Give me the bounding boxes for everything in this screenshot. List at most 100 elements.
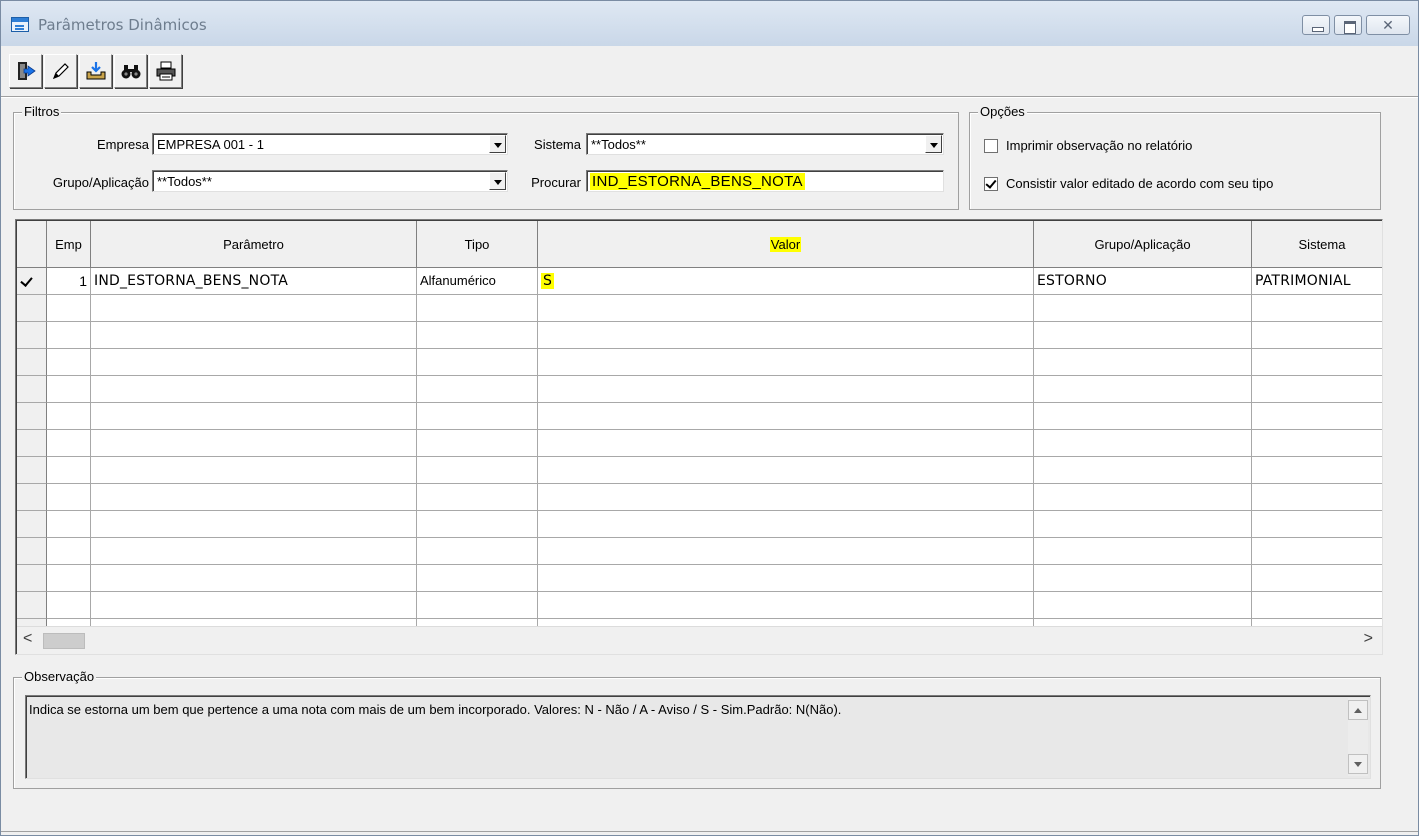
chevron-down-icon[interactable] xyxy=(489,135,506,153)
empty-cell[interactable] xyxy=(47,538,91,565)
chevron-down-icon[interactable] xyxy=(925,135,942,153)
empty-cell[interactable] xyxy=(1252,403,1382,430)
empty-cell[interactable] xyxy=(1034,565,1252,592)
empty-cell[interactable] xyxy=(1252,376,1382,403)
empty-cell[interactable] xyxy=(1252,538,1382,565)
empty-cell[interactable] xyxy=(417,403,538,430)
empty-cell[interactable] xyxy=(538,295,1034,322)
empty-cell[interactable] xyxy=(538,484,1034,511)
empty-cell[interactable] xyxy=(91,376,417,403)
horizontal-scrollbar[interactable]: < > xyxy=(17,626,1382,654)
empty-cell[interactable] xyxy=(47,511,91,538)
row-indicator[interactable] xyxy=(17,457,47,484)
consistir-valor-checkbox[interactable] xyxy=(984,176,998,191)
empty-cell[interactable] xyxy=(1034,295,1252,322)
empty-cell[interactable] xyxy=(47,592,91,619)
scroll-left-icon[interactable]: < xyxy=(23,630,32,648)
empty-cell[interactable] xyxy=(91,619,417,626)
row-indicator[interactable] xyxy=(17,349,47,376)
row-indicator[interactable] xyxy=(17,403,47,430)
row-indicator[interactable] xyxy=(17,430,47,457)
empty-cell[interactable] xyxy=(538,619,1034,626)
empty-cell[interactable] xyxy=(1034,403,1252,430)
print-button[interactable] xyxy=(149,54,182,88)
empty-cell[interactable] xyxy=(417,565,538,592)
empty-cell[interactable] xyxy=(538,376,1034,403)
maximize-button[interactable] xyxy=(1334,15,1362,35)
header-emp[interactable]: Emp xyxy=(47,221,91,268)
empty-cell[interactable] xyxy=(1252,511,1382,538)
empty-cell[interactable] xyxy=(1252,619,1382,626)
empty-cell[interactable] xyxy=(47,619,91,626)
exit-button[interactable] xyxy=(9,54,42,88)
empty-cell[interactable] xyxy=(47,457,91,484)
empty-cell[interactable] xyxy=(1252,295,1382,322)
cell-grupo-aplicacao[interactable]: ESTORNO xyxy=(1034,268,1252,295)
empty-cell[interactable] xyxy=(47,484,91,511)
header-valor[interactable]: Valor xyxy=(538,221,1034,268)
cell-parametro[interactable]: IND_ESTORNA_BENS_NOTA xyxy=(91,268,417,295)
empty-cell[interactable] xyxy=(1252,592,1382,619)
empty-cell[interactable] xyxy=(47,565,91,592)
row-indicator[interactable] xyxy=(17,484,47,511)
row-indicator[interactable] xyxy=(17,538,47,565)
empty-cell[interactable] xyxy=(91,592,417,619)
grupo-aplicacao-combo[interactable]: **Todos** xyxy=(152,170,508,192)
empty-cell[interactable] xyxy=(1034,322,1252,349)
empty-cell[interactable] xyxy=(91,511,417,538)
empty-cell[interactable] xyxy=(47,376,91,403)
close-button[interactable]: ✕ xyxy=(1366,15,1410,35)
row-indicator[interactable] xyxy=(17,592,47,619)
minimize-button[interactable] xyxy=(1302,15,1330,35)
procurar-input[interactable]: IND_ESTORNA_BENS_NOTA xyxy=(586,170,944,192)
empty-cell[interactable] xyxy=(91,349,417,376)
empty-cell[interactable] xyxy=(417,484,538,511)
cell-tipo[interactable]: Alfanumérico xyxy=(417,268,538,295)
empty-cell[interactable] xyxy=(91,295,417,322)
empty-cell[interactable] xyxy=(538,511,1034,538)
row-indicator[interactable] xyxy=(17,619,47,626)
header-parametro[interactable]: Parâmetro xyxy=(91,221,417,268)
scroll-up-icon[interactable] xyxy=(1348,700,1368,720)
empty-cell[interactable] xyxy=(1034,538,1252,565)
parametros-grid[interactable]: Emp Parâmetro Tipo Valor Grupo/Aplicação… xyxy=(15,219,1383,655)
empty-cell[interactable] xyxy=(417,511,538,538)
empty-cell[interactable] xyxy=(1252,565,1382,592)
row-indicator[interactable] xyxy=(17,565,47,592)
empty-cell[interactable] xyxy=(417,376,538,403)
empty-cell[interactable] xyxy=(538,538,1034,565)
empty-cell[interactable] xyxy=(1034,484,1252,511)
empty-cell[interactable] xyxy=(417,538,538,565)
empty-cell[interactable] xyxy=(538,403,1034,430)
empty-cell[interactable] xyxy=(47,430,91,457)
empty-cell[interactable] xyxy=(417,322,538,349)
empty-cell[interactable] xyxy=(538,322,1034,349)
empty-cell[interactable] xyxy=(1034,376,1252,403)
empty-cell[interactable] xyxy=(417,349,538,376)
empty-cell[interactable] xyxy=(91,457,417,484)
cell-emp[interactable]: 1 xyxy=(47,268,91,295)
sistema-combo[interactable]: **Todos** xyxy=(586,133,944,155)
cell-sistema[interactable]: PATRIMONIAL xyxy=(1252,268,1382,295)
row-indicator[interactable] xyxy=(17,511,47,538)
search-button[interactable] xyxy=(114,54,147,88)
empty-cell[interactable] xyxy=(417,592,538,619)
empty-cell[interactable] xyxy=(538,349,1034,376)
row-indicator[interactable] xyxy=(17,322,47,349)
empty-cell[interactable] xyxy=(1034,349,1252,376)
empty-cell[interactable] xyxy=(538,430,1034,457)
empty-cell[interactable] xyxy=(91,484,417,511)
empty-cell[interactable] xyxy=(538,565,1034,592)
scroll-right-icon[interactable]: > xyxy=(1364,630,1373,648)
cell-valor[interactable]: S xyxy=(538,268,1034,295)
title-bar[interactable]: Parâmetros Dinâmicos ✕ xyxy=(1,1,1418,46)
observacao-textarea[interactable]: Indica se estorna um bem que pertence a … xyxy=(25,695,1371,779)
empty-cell[interactable] xyxy=(1034,430,1252,457)
empty-cell[interactable] xyxy=(91,430,417,457)
empty-cell[interactable] xyxy=(538,592,1034,619)
empty-cell[interactable] xyxy=(1252,349,1382,376)
row-indicator[interactable] xyxy=(17,295,47,322)
header-tipo[interactable]: Tipo xyxy=(417,221,538,268)
empty-cell[interactable] xyxy=(538,457,1034,484)
empty-cell[interactable] xyxy=(417,295,538,322)
